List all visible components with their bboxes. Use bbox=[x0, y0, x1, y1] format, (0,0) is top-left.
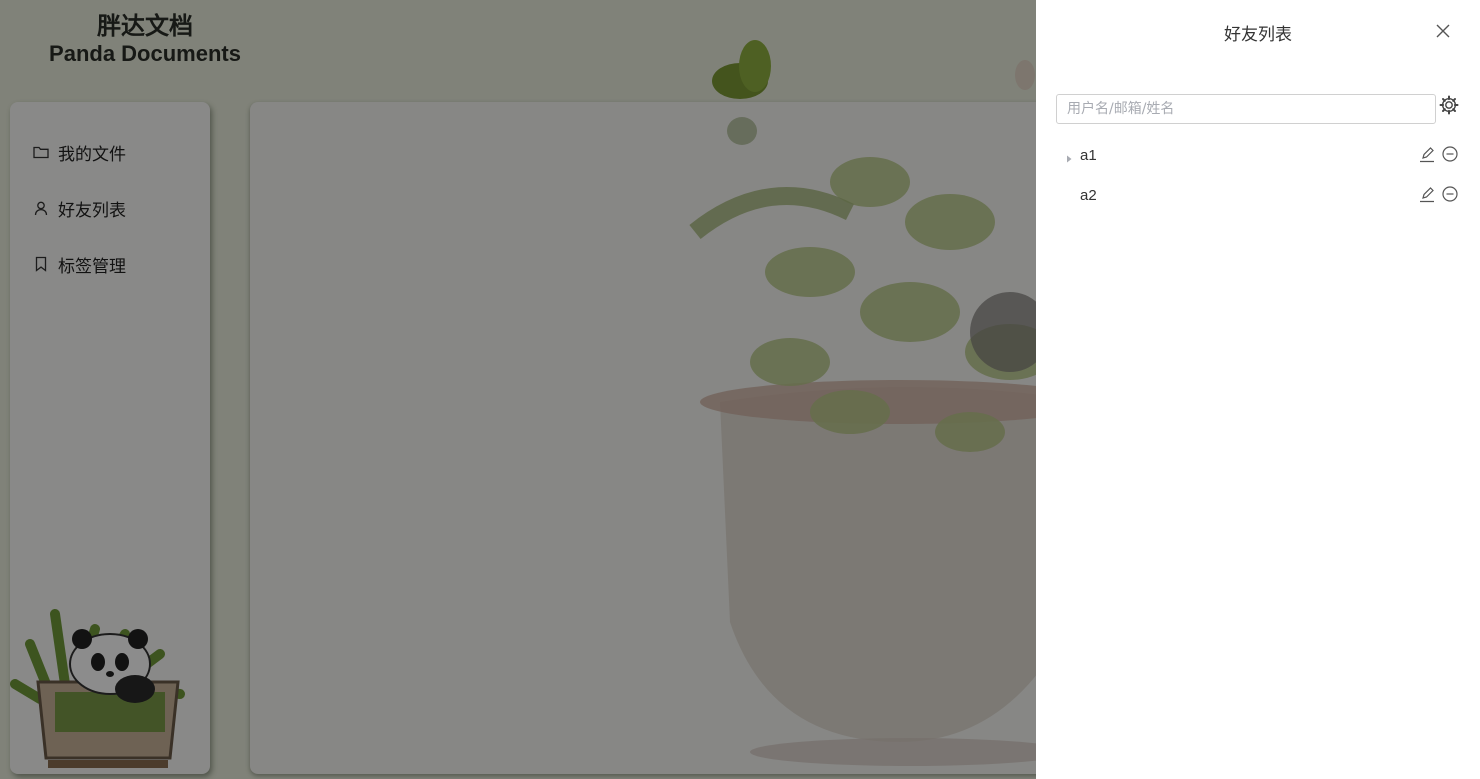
friend-row[interactable]: a2 bbox=[1056, 183, 1460, 211]
app-root: 胖达文档 Panda Documents 我的文件 好友列表 标签管理 好友列表… bbox=[0, 0, 1480, 779]
friend-row[interactable]: a1 bbox=[1056, 143, 1460, 171]
friend-name: a2 bbox=[1080, 187, 1097, 204]
edit-icon[interactable] bbox=[1418, 185, 1436, 203]
close-icon[interactable] bbox=[1433, 21, 1453, 41]
remove-icon[interactable] bbox=[1441, 185, 1459, 203]
gear-icon[interactable] bbox=[1438, 94, 1460, 116]
friend-name: a1 bbox=[1080, 147, 1097, 164]
friend-search-input[interactable] bbox=[1056, 94, 1436, 124]
caret-right-icon[interactable] bbox=[1064, 151, 1074, 163]
remove-icon[interactable] bbox=[1441, 145, 1459, 163]
drawer-title: 好友列表 bbox=[1224, 25, 1292, 45]
edit-icon[interactable] bbox=[1418, 145, 1436, 163]
friend-list-drawer: 好友列表 a1 a2 bbox=[1036, 0, 1480, 779]
